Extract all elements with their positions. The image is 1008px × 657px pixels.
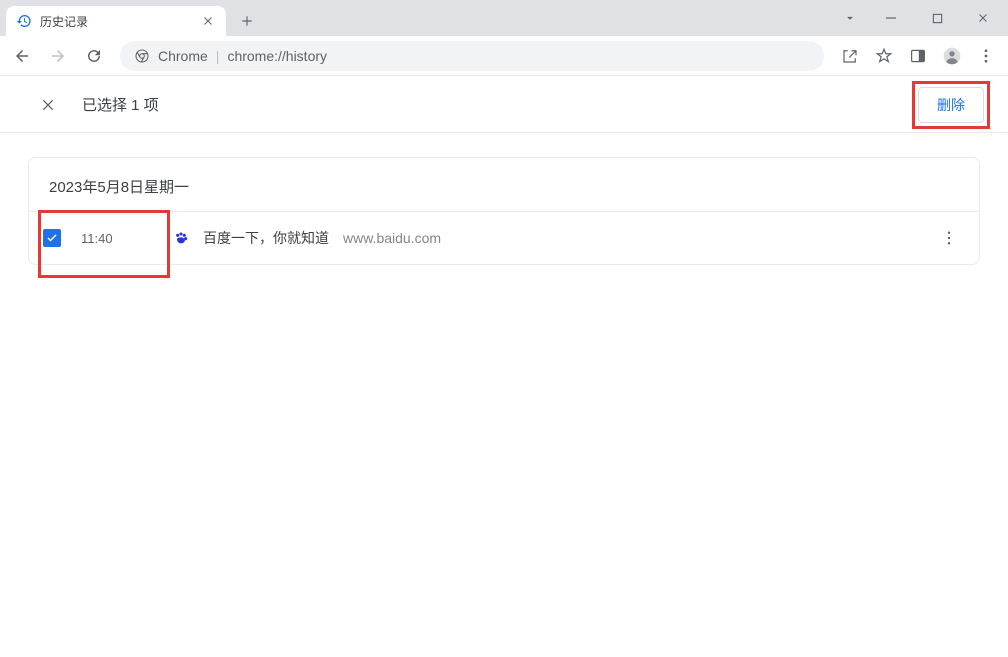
history-entry-checkbox[interactable] bbox=[43, 229, 61, 247]
selection-bar: 已选择 1 项 删除 bbox=[0, 77, 1008, 133]
history-entry-row[interactable]: 11:40 百度一下，你就知道 www.baidu.com bbox=[29, 212, 979, 264]
selection-count-text: 已选择 1 项 bbox=[82, 94, 912, 115]
tab-title: 历史记录 bbox=[40, 13, 192, 30]
cancel-selection-button[interactable] bbox=[34, 91, 62, 119]
history-entry-menu-button[interactable] bbox=[937, 226, 961, 250]
window-titlebar: 历史记录 bbox=[0, 0, 1008, 36]
address-bar[interactable]: Chrome | chrome://history bbox=[120, 41, 824, 71]
baidu-favicon-icon bbox=[173, 230, 189, 246]
checkmark-icon bbox=[46, 232, 58, 244]
profile-button[interactable] bbox=[936, 40, 968, 72]
tab-search-button[interactable] bbox=[832, 3, 868, 33]
close-window-button[interactable] bbox=[960, 3, 1006, 33]
delete-button-highlight: 删除 bbox=[912, 81, 990, 129]
history-entry-title: 百度一下，你就知道 bbox=[203, 228, 329, 248]
history-date-heading: 2023年5月8日星期一 bbox=[29, 158, 979, 212]
tab-close-icon[interactable] bbox=[200, 13, 216, 29]
omnibox-prefix: Chrome bbox=[158, 48, 208, 64]
reload-button[interactable] bbox=[78, 40, 110, 72]
history-icon bbox=[16, 13, 32, 29]
history-content: 2023年5月8日星期一 11:40 百度一下，你就知道 www.baidu.c… bbox=[0, 133, 1008, 289]
window-controls bbox=[832, 0, 1008, 36]
maximize-button[interactable] bbox=[914, 3, 960, 33]
forward-button[interactable] bbox=[42, 40, 74, 72]
share-button[interactable] bbox=[834, 40, 866, 72]
new-tab-button[interactable] bbox=[232, 6, 262, 36]
history-entry-domain: www.baidu.com bbox=[343, 230, 441, 246]
omnibox-separator: | bbox=[216, 48, 220, 64]
chrome-logo-icon bbox=[134, 48, 150, 64]
minimize-button[interactable] bbox=[868, 3, 914, 33]
browser-tab[interactable]: 历史记录 bbox=[6, 6, 226, 36]
omnibox-url: chrome://history bbox=[227, 48, 327, 64]
history-day-card: 2023年5月8日星期一 11:40 百度一下，你就知道 www.baidu.c… bbox=[28, 157, 980, 265]
browser-menu-button[interactable] bbox=[970, 40, 1002, 72]
side-panel-button[interactable] bbox=[902, 40, 934, 72]
delete-button[interactable]: 删除 bbox=[918, 87, 984, 123]
history-entry-time: 11:40 bbox=[81, 231, 121, 246]
browser-toolbar: Chrome | chrome://history bbox=[0, 36, 1008, 76]
back-button[interactable] bbox=[6, 40, 38, 72]
bookmark-button[interactable] bbox=[868, 40, 900, 72]
